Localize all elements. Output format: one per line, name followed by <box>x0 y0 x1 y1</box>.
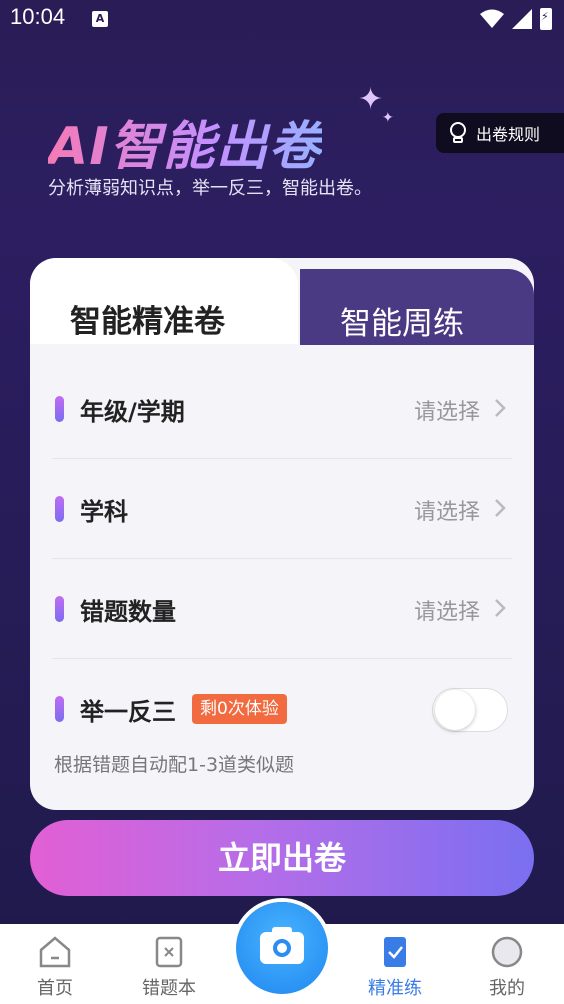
camera-button[interactable] <box>236 902 328 994</box>
nav-label: 错题本 <box>142 978 196 999</box>
generate-exam-button[interactable]: 立即出卷 <box>30 820 534 896</box>
page-title: AI智能出卷 <box>48 104 322 179</box>
lightbulb-icon <box>450 122 466 143</box>
wifi-icon <box>480 9 504 28</box>
grade-semester-row[interactable]: 年级/学期 请选择 <box>52 358 512 458</box>
row-marker <box>55 396 64 422</box>
row-marker <box>55 696 64 722</box>
analogy-note: 根据错题自动配1-3道类似题 <box>54 754 295 776</box>
notification-icon: A <box>92 11 108 27</box>
row-value: 请选择 <box>413 600 480 625</box>
analogy-row: 举一反三 剩0次体验 <box>52 658 512 758</box>
row-label: 学科 <box>80 498 128 526</box>
sparkle-small-icon: ✦ <box>382 110 394 126</box>
page-subtitle: 分析薄弱知识点，举一反三，智能出卷。 <box>48 178 372 199</box>
chevron-right-icon <box>495 599 506 617</box>
tab-weekly-label: 智能周练 <box>340 306 464 342</box>
battery-icon <box>540 8 552 30</box>
row-label: 年级/学期 <box>80 398 185 426</box>
row-label: 错题数量 <box>80 598 176 626</box>
row-value: 请选择 <box>413 400 480 425</box>
signal-icon <box>512 9 532 29</box>
nav-label: 首页 <box>37 978 73 999</box>
profile-icon <box>491 936 523 968</box>
nav-item-home[interactable]: 首页 <box>0 934 110 1000</box>
error-count-row[interactable]: 错题数量 请选择 <box>52 558 512 658</box>
row-marker <box>55 596 64 622</box>
home-icon <box>39 936 71 968</box>
row-label: 举一反三 <box>80 698 176 726</box>
sparkle-icon: ✦ <box>358 82 384 117</box>
rules-button[interactable]: 出卷规则 <box>436 113 564 153</box>
row-value: 请选择 <box>413 500 480 525</box>
status-icons <box>480 8 552 30</box>
status-bar: 10:04 A <box>0 0 564 40</box>
status-time: 10:04 <box>10 4 66 29</box>
chevron-right-icon <box>495 399 506 417</box>
exam-config-card: 智能精准卷 智能周练 年级/学期 请选择 学科 请选择 错题数量 请选择 举一反… <box>30 258 534 810</box>
nav-item-notebook[interactable]: 错题本 <box>114 934 224 1000</box>
nav-label: 我的 <box>489 978 525 999</box>
analogy-toggle[interactable] <box>432 688 508 732</box>
nav-label: 精准练 <box>368 978 422 999</box>
notebook-icon <box>155 936 183 968</box>
row-marker <box>55 496 64 522</box>
trial-badge: 剩0次体验 <box>192 694 287 724</box>
check-doc-icon <box>384 937 406 967</box>
chevron-right-icon <box>495 499 506 517</box>
nav-item-profile[interactable]: 我的 <box>452 934 562 1000</box>
camera-icon <box>260 927 304 964</box>
rules-button-label: 出卷规则 <box>476 125 541 144</box>
tab-precise-label: 智能精准卷 <box>70 304 225 340</box>
nav-item-practice[interactable]: 精准练 <box>340 934 450 1000</box>
subject-row[interactable]: 学科 请选择 <box>52 458 512 558</box>
toggle-knob <box>435 690 475 730</box>
